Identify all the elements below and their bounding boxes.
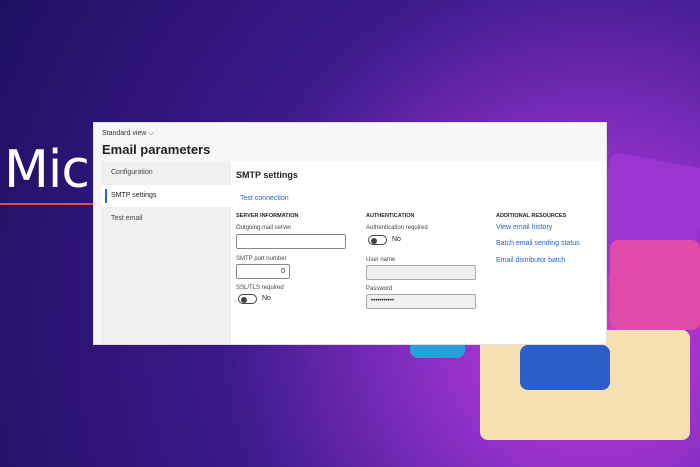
sidebar-item-test-email[interactable]: Test email: [101, 208, 231, 230]
brand-underline: [0, 203, 93, 205]
section-heading: SMTP settings: [236, 170, 298, 180]
sidebar-nav: Configuration SMTP settings Test email: [101, 161, 231, 344]
authentication-required-value: No: [392, 236, 401, 243]
authentication-heading: AUTHENTICATION: [366, 213, 415, 219]
authentication-required-toggle[interactable]: [368, 235, 387, 245]
ssl-tls-label: SSL/TLS required: [236, 285, 284, 291]
server-information-heading: SERVER INFORMATION: [236, 213, 299, 219]
user-name-input[interactable]: [366, 265, 476, 280]
page-title: Email parameters: [102, 142, 211, 157]
password-input[interactable]: •••••••••••: [366, 294, 476, 309]
additional-resources-heading: ADDITIONAL RESOURCES: [496, 213, 567, 219]
brand-logo-text: Mic: [4, 140, 90, 200]
batch-email-sending-status-link[interactable]: Batch email sending status: [496, 240, 580, 247]
chevron-down-icon: ⌵: [148, 130, 154, 137]
password-label: Password: [366, 286, 393, 292]
sidebar-item-configuration[interactable]: Configuration: [101, 162, 231, 184]
outgoing-mail-server-label: Outgoing mail server: [236, 225, 292, 231]
puzzle-decoration: [610, 240, 700, 330]
user-name-label: User name: [366, 257, 396, 263]
view-email-history-link[interactable]: View email history: [496, 224, 552, 231]
outgoing-mail-server-input[interactable]: [236, 234, 346, 249]
smtp-settings-panel: SMTP settings Test connection SERVER INF…: [231, 161, 606, 344]
authentication-required-label: Authentication required: [366, 225, 428, 231]
ssl-tls-value: No: [262, 295, 271, 302]
view-selector[interactable]: Standard view ⌵: [102, 130, 154, 138]
test-connection-button[interactable]: Test connection: [240, 195, 289, 202]
word-icon: [520, 345, 610, 390]
email-distributor-batch-link[interactable]: Email distributor batch: [496, 257, 565, 264]
smtp-port-input[interactable]: 0: [236, 264, 290, 279]
ssl-tls-toggle[interactable]: [238, 294, 257, 304]
sidebar-item-smtp-settings[interactable]: SMTP settings: [101, 185, 231, 207]
smtp-port-label: SMTP port number: [236, 256, 287, 262]
email-parameters-window: Standard view ⌵ Email parameters Configu…: [93, 122, 607, 345]
view-label: Standard view: [102, 130, 147, 137]
